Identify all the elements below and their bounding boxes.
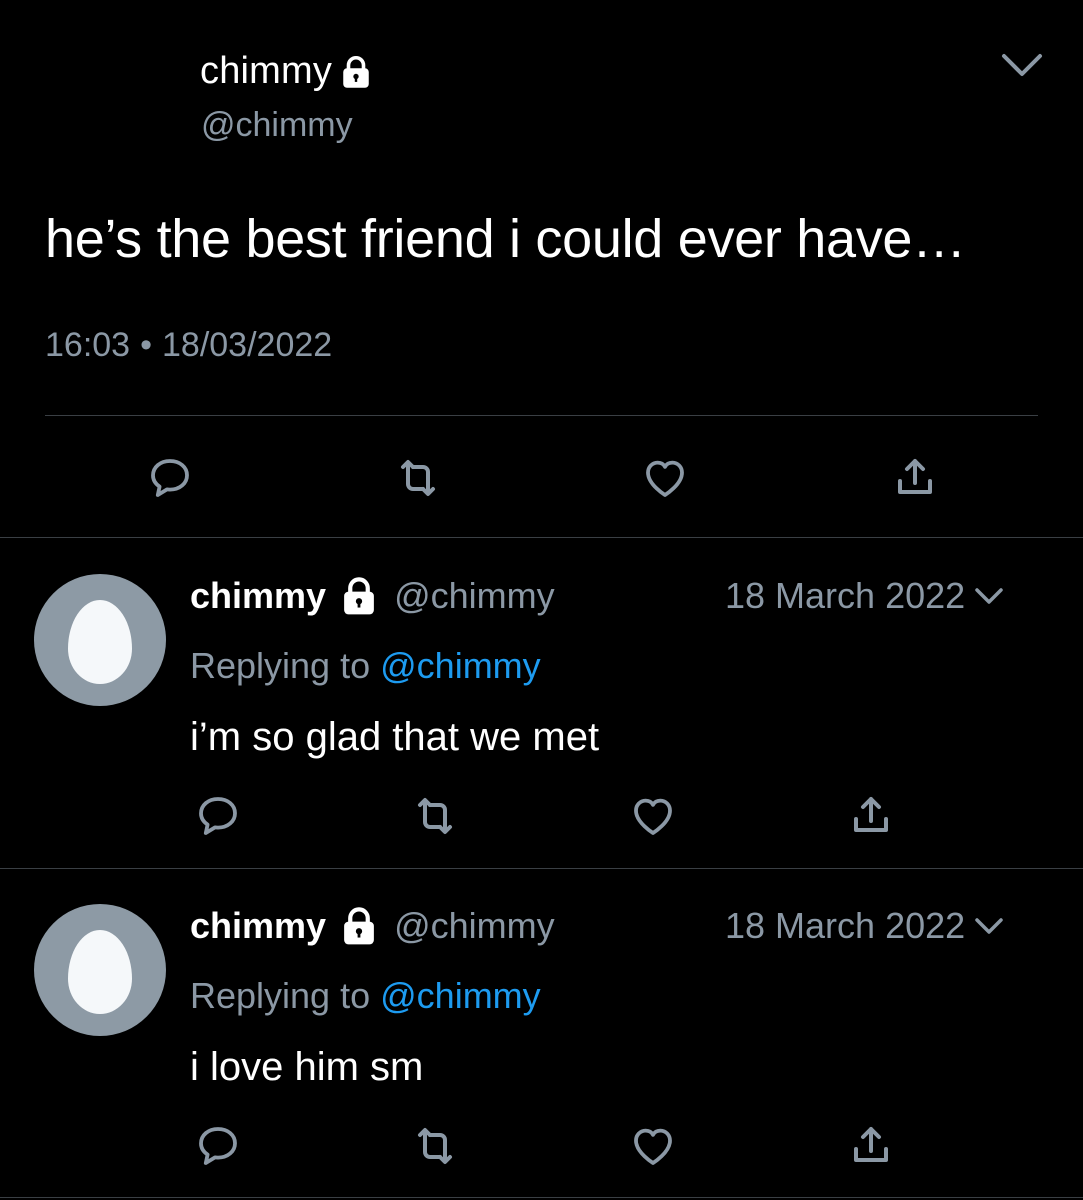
lock-icon	[338, 905, 380, 947]
main-tweet-handle[interactable]: @chimmy	[201, 106, 353, 145]
divider	[0, 537, 1083, 538]
chevron-down-icon[interactable]	[971, 578, 1007, 614]
retweet-icon	[418, 798, 452, 834]
like-icon	[634, 798, 672, 835]
reply-button[interactable]	[192, 1120, 244, 1172]
tweet-date: 18/03/2022	[162, 326, 333, 364]
reply-author-name[interactable]: chimmy	[190, 905, 326, 947]
like-button[interactable]	[639, 452, 691, 504]
replying-to: Replying to @chimmy	[190, 645, 541, 687]
replying-to-mention[interactable]: @chimmy	[380, 975, 541, 1016]
main-tweet-author[interactable]: chimmy	[200, 50, 374, 93]
retweet-button[interactable]	[409, 1120, 461, 1172]
default-egg-avatar-icon	[68, 600, 132, 684]
share-button[interactable]	[845, 790, 897, 842]
retweet-icon	[401, 460, 435, 496]
reply-author-name[interactable]: chimmy	[190, 575, 326, 617]
divider	[0, 868, 1083, 869]
reply-author[interactable]: chimmy @chimmy	[190, 575, 555, 617]
replying-to: Replying to @chimmy	[190, 975, 541, 1017]
replying-to-mention[interactable]: @chimmy	[380, 645, 541, 686]
separator-dot: •	[140, 326, 152, 364]
share-icon	[898, 459, 932, 494]
retweet-button[interactable]	[392, 452, 444, 504]
avatar[interactable]	[34, 574, 166, 706]
lock-icon	[338, 54, 374, 90]
like-icon	[646, 460, 684, 497]
main-tweet-author-name[interactable]: chimmy	[200, 50, 332, 93]
reply-icon	[151, 459, 189, 497]
reply-author[interactable]: chimmy @chimmy	[190, 905, 555, 947]
share-icon	[854, 797, 888, 832]
reply-button[interactable]	[192, 790, 244, 842]
replying-to-label: Replying to	[190, 975, 371, 1016]
like-button[interactable]	[627, 1120, 679, 1172]
retweet-button[interactable]	[409, 790, 461, 842]
reply-date-text: 18 March 2022	[725, 575, 966, 616]
reply-author-handle[interactable]: @chimmy	[394, 905, 555, 947]
replying-to-label: Replying to	[190, 645, 371, 686]
share-button[interactable]	[845, 1120, 897, 1172]
reply-date: 18 March 2022	[725, 575, 1007, 617]
divider	[0, 1197, 1083, 1198]
lock-icon	[338, 575, 380, 617]
main-tweet-text: he’s the best friend i could ever have…	[45, 209, 966, 269]
divider	[45, 415, 1038, 416]
reply-date-text: 18 March 2022	[725, 905, 966, 946]
reply-text: i’m so glad that we met	[190, 715, 600, 759]
reply-icon	[199, 1127, 237, 1165]
chevron-down-icon[interactable]	[1000, 44, 1044, 89]
reply-icon	[199, 797, 237, 835]
like-button[interactable]	[627, 790, 679, 842]
share-button[interactable]	[889, 452, 941, 504]
reply-date: 18 March 2022	[725, 905, 1007, 947]
default-egg-avatar-icon	[68, 930, 132, 1014]
tweet-time: 16:03	[45, 326, 131, 364]
reply-author-handle[interactable]: @chimmy	[394, 575, 555, 617]
chevron-down-icon[interactable]	[971, 908, 1007, 944]
reply-text: i love him sm	[190, 1045, 424, 1089]
avatar[interactable]	[34, 904, 166, 1036]
share-icon	[854, 1127, 888, 1162]
main-tweet-timestamp: 16:03 • 18/03/2022	[45, 326, 332, 365]
like-icon	[634, 1128, 672, 1165]
retweet-icon	[418, 1128, 452, 1164]
reply-button[interactable]	[144, 452, 196, 504]
